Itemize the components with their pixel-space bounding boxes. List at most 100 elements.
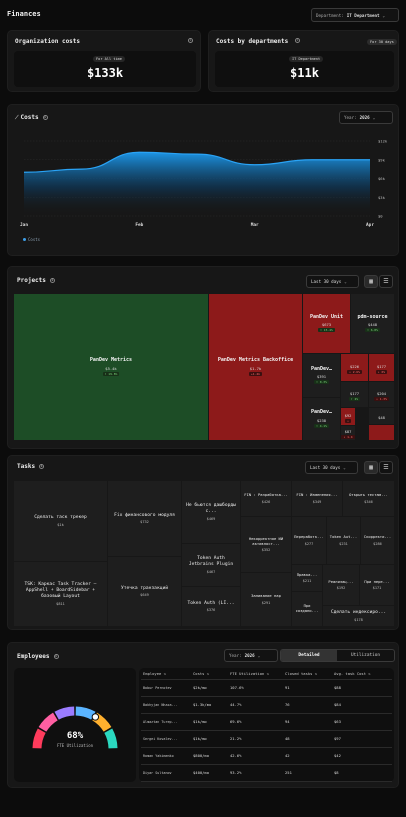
x-tick-label: Feb	[135, 222, 143, 228]
column-header[interactable]: Costs ⇅	[191, 668, 228, 680]
costs-area-chart: $12k $9k $6k $3k $0 Jan Feb Mar Apr	[20, 139, 388, 229]
task-tile[interactable]: Fix финансового модуля $732	[108, 481, 181, 556]
project-tile[interactable]: PanDev Metrics $5.4k ↑ 19.8%	[14, 294, 208, 440]
task-tile[interactable]: Открыть тестам... $346	[343, 481, 394, 516]
treemap-view-button[interactable]: ▦	[364, 275, 378, 288]
project-tile[interactable]: $204 ↓ 1.3%	[369, 382, 394, 407]
employee-name: Diyar Sultanov	[141, 764, 191, 782]
range-badge: For 30 days	[367, 39, 397, 45]
employee-row[interactable]: Diyar Sultanov $400/mo 93.2% 251 $8	[141, 764, 392, 782]
employee-name: Roman Yakimenko	[141, 747, 191, 765]
column-header[interactable]: Avg. task Cost ⇅	[332, 668, 392, 680]
sort-icon[interactable]: ⇅	[164, 671, 166, 676]
utilization-gauge	[32, 706, 118, 749]
department-costs-card: Costs by departments i For 30 days IT De…	[208, 30, 399, 92]
gauge-percent: 68%	[66, 731, 84, 741]
x-tick-label: Jan	[20, 222, 28, 228]
department-select[interactable]: Department: IT Department ⌄	[311, 8, 399, 22]
column-header[interactable]: FTE Utilization ⇅	[228, 668, 283, 680]
legend-label: Costs	[28, 237, 41, 242]
project-tile[interactable]: $87 ↓ 1.4	[341, 426, 355, 440]
task-tile[interactable]: При создани...	[292, 592, 322, 626]
info-icon[interactable]: i	[295, 38, 300, 43]
organization-costs-title: Organization costs	[15, 38, 81, 45]
task-cost: $286	[373, 541, 382, 546]
project-tile[interactable]: PanDev… $238 ↑ 4.1%	[303, 398, 340, 440]
page-title: Finances	[7, 10, 41, 18]
tab-utilization[interactable]: Utilization	[337, 650, 394, 661]
info-icon[interactable]: i	[49, 278, 55, 283]
task-tile[interactable]: Некорректное ИИ активност... $352	[241, 517, 291, 572]
task-tile[interactable]: При пере... $171	[360, 565, 394, 605]
range-value: Last 30 days	[311, 279, 342, 284]
tasks-treemap: Сделать таск трекер $1k TSK: Каркас Task T…	[14, 481, 394, 626]
sort-icon[interactable]: ⇅	[267, 671, 269, 676]
treemap-view-button[interactable]: ▦	[364, 461, 378, 474]
column-header[interactable]: Closed tasks ⇅	[283, 668, 332, 680]
task-tile[interactable]: Правка... $211	[292, 565, 322, 591]
project-tile[interactable]: PanDev Metrics Backoffice $1.7k +1.4k	[209, 294, 302, 440]
employee-avg-task-cost: $88	[332, 679, 392, 697]
project-delta-badge: ↑ 19.8%	[102, 371, 120, 376]
task-tile[interactable]: Переработк... $277	[292, 517, 326, 564]
sort-icon[interactable]: ⇅	[207, 671, 209, 676]
x-tick-label: Mar	[251, 222, 259, 228]
tab-detailed[interactable]: Detailed	[281, 650, 338, 661]
list-view-button[interactable]: ☰	[379, 275, 393, 288]
task-tile[interactable]: TSK: Каркас Task Tracker — AppShell + Bo…	[14, 562, 107, 626]
y-tick-label: $9k	[378, 157, 386, 162]
task-tile[interactable]: Реализац... $192	[323, 565, 359, 605]
projects-range-select[interactable]: Last 30 days ⌄	[306, 275, 359, 288]
project-name: PanDev…	[310, 409, 333, 416]
project-tile[interactable]: $177 ↑ 2%	[341, 382, 368, 407]
x-tick-label: Apr	[366, 222, 374, 228]
task-tile[interactable]: Утечка транзакций $649	[108, 557, 181, 626]
project-tile[interactable]: $226 ↓ 2.6%	[341, 354, 368, 381]
project-name: pdm-source	[357, 313, 388, 320]
info-icon[interactable]: i	[188, 38, 193, 43]
column-header[interactable]: Employee ⇅	[141, 668, 191, 680]
task-cost: $426	[261, 499, 271, 504]
task-tile[interactable]: FIN : Изменения... $349	[292, 481, 342, 516]
project-tile[interactable]: $92 ↓	[341, 408, 355, 425]
task-tile[interactable]: Token Aut... $231	[327, 517, 360, 564]
employee-closed-tasks: 91	[283, 679, 332, 697]
task-tile[interactable]: Сделать таск трекер $1k	[14, 481, 107, 561]
info-icon[interactable]: i	[53, 654, 59, 659]
task-tile[interactable]: Не бьются дашборды с... $469	[182, 481, 240, 543]
task-tile[interactable]: Token Auth (LI... $376	[182, 587, 240, 626]
gauge-indicator	[91, 713, 100, 721]
info-icon[interactable]: i	[39, 464, 45, 469]
task-tile[interactable]: Token Auth Jetbrains Plugin $467	[182, 544, 240, 586]
employee-avg-task-cost: $97	[332, 730, 392, 748]
employees-year-select[interactable]: Year: 2026 ⌄	[224, 649, 278, 662]
task-tile[interactable]: Заливание пар $291	[241, 573, 291, 626]
project-tile[interactable]	[369, 425, 394, 440]
project-tile[interactable]: pdm-source $448 ↑ 6.8%	[351, 294, 394, 353]
employee-avg-task-cost: $8	[332, 764, 392, 782]
tasks-range-select[interactable]: Last 30 days ⌄	[305, 461, 358, 474]
task-tile[interactable]: Скорректи... $286	[361, 517, 394, 564]
projects-treemap: PanDev Metrics $5.4k ↑ 19.8% PanDev Metrics…	[14, 294, 394, 440]
task-name: Token Auth Jetbrains Plugin	[188, 556, 234, 567]
sort-icon[interactable]: ⇅	[368, 671, 370, 676]
employee-fte: 107.6%	[228, 679, 283, 697]
project-tile[interactable]: $48	[369, 408, 394, 424]
list-view-button[interactable]: ☰	[379, 461, 393, 474]
project-cost: $204	[376, 390, 387, 396]
department-costs-title: Costs by departments	[216, 38, 289, 45]
task-tile[interactable]: FIN : Разработка... $426	[241, 481, 291, 516]
employee-row[interactable]: Sergei Kovalev... $1k/mo 21.2% 48 $97	[141, 730, 392, 748]
task-tile[interactable]: Сделать индексиро... $178	[323, 606, 394, 626]
task-name: Утечка транзакций	[120, 585, 169, 591]
employee-row[interactable]: Roman Yakimenko $800/mo 42.6% 42 $42	[141, 747, 392, 765]
employee-row[interactable]: Almaztan Turep... $1k/mo 69.6% 94 $63	[141, 713, 392, 731]
employee-row[interactable]: Bakhyjan Nhaza... $1.3k/mo 44.7% 76 $84	[141, 696, 392, 714]
employee-row[interactable]: Bobur Pernotev $2k/mo 107.6% 91 $88	[141, 679, 392, 697]
project-tile[interactable]: PanDev… $391 ↑ 0.3%	[303, 354, 340, 397]
utilization-gauge-panel: 68% FTE Utilization	[14, 668, 136, 782]
project-tile[interactable]: PanDev Unit $673 ↑ 15.4%	[303, 294, 350, 353]
project-tile[interactable]: $177 ↓ 6%	[369, 354, 394, 381]
sort-icon[interactable]: ⇅	[315, 671, 317, 676]
task-cost: $291	[261, 600, 271, 605]
